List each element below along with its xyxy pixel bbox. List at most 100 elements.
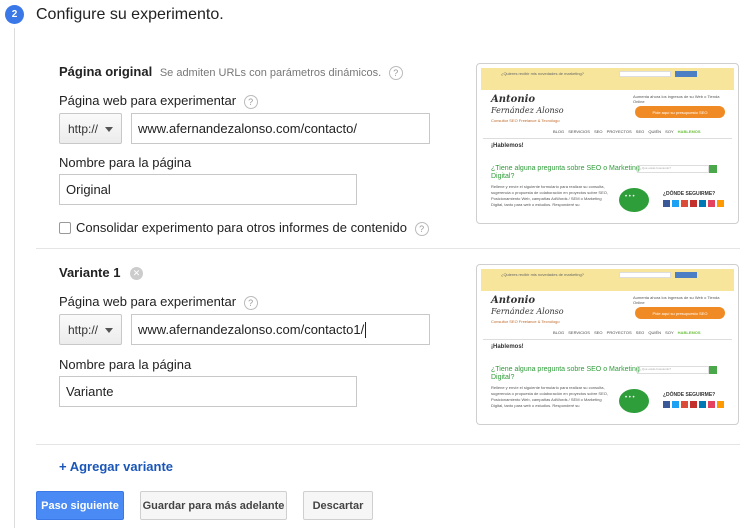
preview-divider xyxy=(483,138,732,139)
help-icon[interactable]: ? xyxy=(388,65,403,80)
step-title: Configure su experimento. xyxy=(36,6,224,23)
chevron-down-icon xyxy=(105,328,113,333)
variant-protocol-value: http:// xyxy=(68,322,99,337)
preview-social-icons xyxy=(663,200,724,207)
variant-url-input[interactable]: www.afernandezalonso.com/contacto1/ xyxy=(131,314,430,345)
variant-url-label: Página web para experimentar xyxy=(59,294,237,309)
original-protocol-select[interactable]: http:// xyxy=(59,113,122,144)
original-name-label: Nombre para la página xyxy=(59,155,192,170)
preview-cta-button: Pide aquí su presupuesto SEO xyxy=(635,307,725,319)
section-divider xyxy=(36,248,740,249)
preview-logo-line2: Fernández Alonso xyxy=(491,307,564,316)
preview-nav-item: BLOG xyxy=(553,330,565,335)
youtube-icon xyxy=(690,401,697,408)
chevron-down-icon xyxy=(105,127,113,132)
original-url-label-row: Página web para experimentar ? xyxy=(59,93,258,109)
preview-nav-item: QUIÉN SOY xyxy=(648,330,674,335)
preview-nav: BLOG SERVICIOS SEO PROYECTOS SEO QUIÉN S… xyxy=(553,129,701,134)
step-number-badge: 2 xyxy=(5,5,24,24)
preview-topbar-field xyxy=(619,71,671,77)
remove-variant-icon[interactable]: ✕ xyxy=(130,267,144,281)
preview-logo-line1: Antonio xyxy=(491,94,536,105)
variant-name-input[interactable]: Variante xyxy=(59,376,357,407)
preview-nav-item: PROYECTOS SEO xyxy=(606,330,645,335)
discard-button[interactable]: Descartar xyxy=(303,491,373,520)
help-icon[interactable]: ? xyxy=(243,295,258,310)
instagram-icon xyxy=(708,401,715,408)
rss-icon xyxy=(717,200,724,207)
next-step-button[interactable]: Paso siguiente xyxy=(36,491,124,520)
preview-question: ¿Tiene alguna pregunta sobre SEO o Marke… xyxy=(491,366,640,381)
preview-topbar-text: ¿Quieres recibir mis novedades de market… xyxy=(501,272,584,277)
preview-paragraph: Rellene y envíe el siguiente formulario … xyxy=(491,184,608,207)
step-connector-line xyxy=(14,28,15,528)
original-section-title: Página original xyxy=(59,64,153,79)
preview-nav-item: SERVICIOS SEO xyxy=(568,330,603,335)
preview-hablemos: ¡Hablemos! xyxy=(491,344,524,350)
preview-topbar: ¿Quieres recibir mis novedades de market… xyxy=(481,269,734,291)
preview-topbar-field xyxy=(619,272,671,278)
variant-page-preview: ¿Quieres recibir mis novedades de market… xyxy=(476,264,739,425)
preview-topbar-text: ¿Quieres recibir mis novedades de market… xyxy=(501,71,584,76)
preview-divider xyxy=(483,339,732,340)
preview-paragraph: Rellene y envíe el siguiente formulario … xyxy=(491,385,608,408)
original-protocol-value: http:// xyxy=(68,121,99,136)
preview-nav-item: BLOG xyxy=(553,129,565,134)
original-name-input[interactable]: Original xyxy=(59,174,357,205)
original-url-input[interactable]: www.afernandezalonso.com/contacto/ xyxy=(131,113,430,144)
facebook-icon xyxy=(663,200,670,207)
preview-nav-item: SERVICIOS SEO xyxy=(568,129,603,134)
variant-name-value: Variante xyxy=(66,384,114,399)
preview-nav-active: HABLEMOS xyxy=(677,129,701,134)
preview-logo-line2: Fernández Alonso xyxy=(491,106,564,115)
help-icon[interactable]: ? xyxy=(414,221,429,236)
variant-section-header: Variante 1 ✕ xyxy=(59,265,144,281)
text-cursor xyxy=(365,321,367,338)
youtube-icon xyxy=(690,200,697,207)
preview-logo-line1: Antonio xyxy=(491,295,536,306)
variant-url-value: www.afernandezalonso.com/contacto1/ xyxy=(138,322,365,337)
twitter-icon xyxy=(672,200,679,207)
preview-logo-line3: Consultor SEO Freelance & Tecnólogo xyxy=(491,319,560,324)
variant-url-label-row: Página web para experimentar ? xyxy=(59,294,258,310)
original-page-preview: ¿Quieres recibir mis novedades de market… xyxy=(476,63,739,224)
preview-search-button xyxy=(709,366,717,374)
variant-protocol-select[interactable]: http:// xyxy=(59,314,122,345)
preview-search-button xyxy=(709,165,717,173)
original-hint: Se admiten URLs con parámetros dinámicos… xyxy=(159,67,382,79)
preview-cta-button: Pide aquí su presupuesto SEO xyxy=(635,106,725,118)
preview-search: ¿Qué estás buscando? xyxy=(637,366,709,374)
preview-nav-item: QUIÉN SOY xyxy=(648,129,674,134)
help-icon[interactable]: ? xyxy=(243,94,258,109)
original-section-header: Página original Se admiten URLs con pará… xyxy=(59,64,403,80)
section-divider xyxy=(36,444,740,445)
preview-topbar-button xyxy=(675,272,697,278)
preview-cta-text: Aumenta ahora los ingresos de su Web o T… xyxy=(633,94,720,104)
preview-donde: ¿DÓNDE SEGUIRME? xyxy=(663,392,716,398)
preview-social-icons xyxy=(663,401,724,408)
original-url-value: www.afernandezalonso.com/contacto/ xyxy=(138,121,357,136)
consolidate-label: Consolidar experimento para otros inform… xyxy=(76,220,407,235)
preview-topbar-button xyxy=(675,71,697,77)
preview-nav-item: PROYECTOS SEO xyxy=(606,129,645,134)
preview-search: ¿Qué estás buscando? xyxy=(637,165,709,173)
chat-bubble-icon xyxy=(619,389,649,413)
preview-question: ¿Tiene alguna pregunta sobre SEO o Marke… xyxy=(491,165,640,180)
google-plus-icon xyxy=(681,200,688,207)
add-variant-link[interactable]: + Agregar variante xyxy=(59,459,173,474)
original-url-label: Página web para experimentar xyxy=(59,93,237,108)
google-plus-icon xyxy=(681,401,688,408)
chat-bubble-icon xyxy=(619,188,649,212)
preview-topbar: ¿Quieres recibir mis novedades de market… xyxy=(481,68,734,90)
linkedin-icon xyxy=(699,200,706,207)
preview-donde: ¿DÓNDE SEGUIRME? xyxy=(663,191,716,197)
consolidate-row: Consolidar experimento para otros inform… xyxy=(76,220,429,236)
twitter-icon xyxy=(672,401,679,408)
rss-icon xyxy=(717,401,724,408)
variant-name-label: Nombre para la página xyxy=(59,357,192,372)
consolidate-checkbox[interactable] xyxy=(59,222,71,234)
preview-logo-line3: Consultor SEO Freelance & Tecnólogo xyxy=(491,118,560,123)
save-later-button[interactable]: Guardar para más adelante xyxy=(140,491,287,520)
facebook-icon xyxy=(663,401,670,408)
variant-section-title: Variante 1 xyxy=(59,265,121,280)
